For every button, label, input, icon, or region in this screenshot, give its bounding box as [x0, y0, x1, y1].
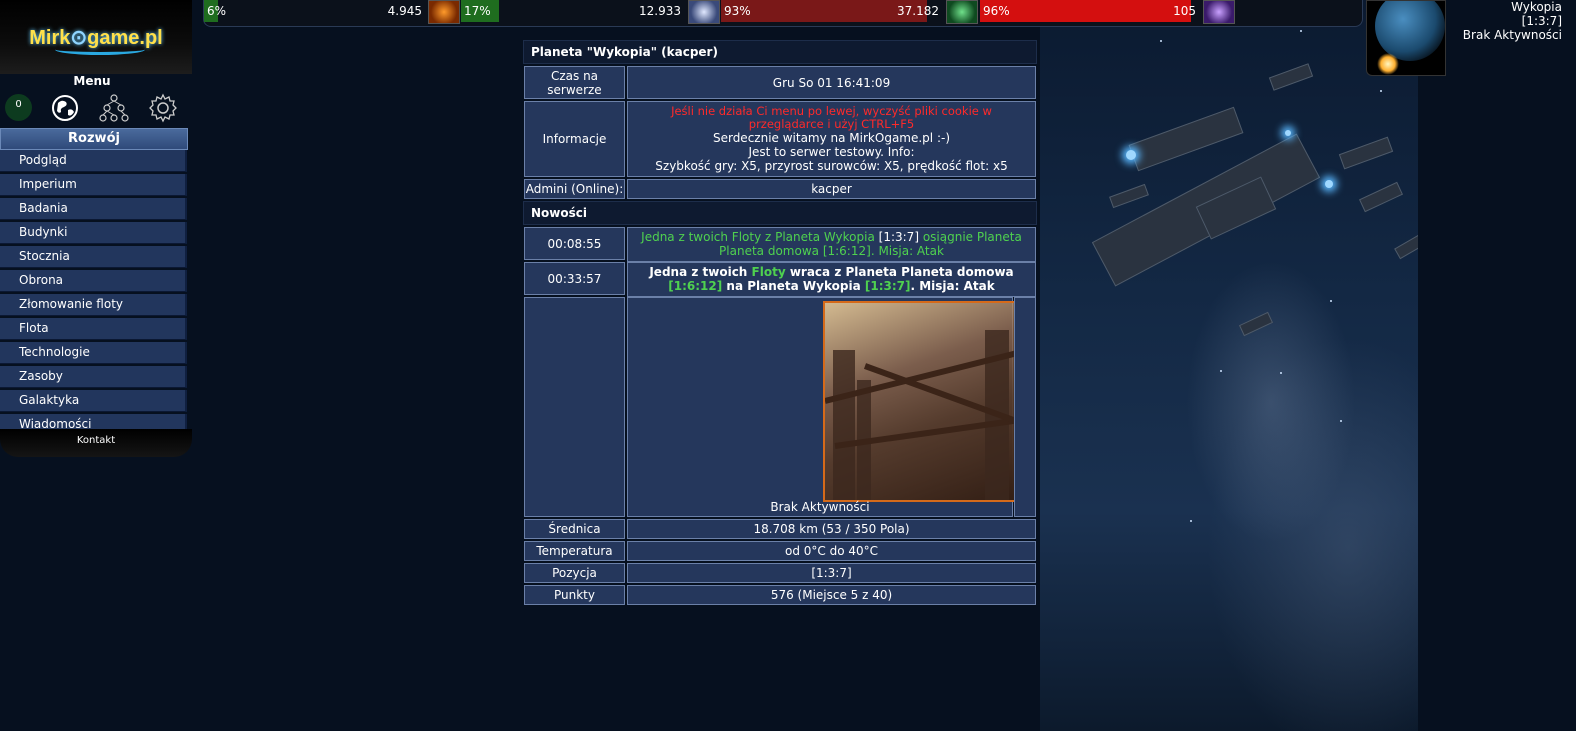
- position-label: Pozycja: [524, 563, 625, 583]
- server-time-label: Czas na serwerze: [524, 66, 625, 99]
- news-title: Nowości: [523, 201, 1037, 225]
- diameter-label: Średnica: [524, 519, 625, 539]
- resource-metal[interactable]: 6% 4.945: [204, 0, 426, 22]
- globe-icon[interactable]: [50, 93, 80, 123]
- event-text[interactable]: Jedna z twoich Floty z Planeta Wykopia […: [627, 227, 1036, 262]
- planet-picture[interactable]: [823, 301, 1023, 502]
- gear-icon[interactable]: [148, 93, 178, 123]
- planet-name: Wykopia: [1511, 0, 1562, 14]
- engine-glow: [1126, 150, 1136, 160]
- diameter-row: Średnica 18.708 km (53 / 350 Pola): [523, 519, 1037, 539]
- moon-slot-right: [1014, 297, 1036, 517]
- sidebar-item-obrona[interactable]: Obrona: [0, 270, 187, 292]
- resource-percent: 6%: [207, 4, 227, 18]
- sidebar-item-budynki[interactable]: Budynki: [0, 222, 187, 244]
- resource-percent: 93%: [724, 4, 751, 18]
- small-ship-image: [1238, 311, 1274, 337]
- planet-thumbnail[interactable]: [1366, 0, 1446, 76]
- section-header-development: Rozwój: [0, 128, 188, 150]
- sidebar-item-podglad[interactable]: Podgląd: [0, 150, 187, 172]
- server-time-row: Czas na serwerze Gru So 01 16:41:09: [523, 66, 1037, 99]
- info-value: Jeśli nie działa Ci menu po lewej, wyczy…: [627, 101, 1036, 177]
- resource-deuterium[interactable]: 93% 37.182: [721, 0, 943, 22]
- menu-icon-row: 0: [0, 90, 192, 126]
- sidebar-item-flota[interactable]: Flota: [0, 318, 187, 340]
- temperature-label: Temperatura: [524, 541, 625, 561]
- deuterium-icon: [946, 0, 978, 24]
- admins-row: Admini (Online): kacper: [523, 179, 1037, 199]
- event-time: 00:33:57: [524, 262, 625, 295]
- overview-title: Planeta "Wykopia" (kacper): [523, 40, 1037, 64]
- notification-badge[interactable]: 0: [5, 94, 32, 121]
- event-time: 00:08:55: [524, 227, 625, 260]
- temperature-row: Temperatura od 0°C do 40°C: [523, 541, 1037, 561]
- position-row: Pozycja [1:3:7]: [523, 563, 1037, 583]
- server-time-value: Gru So 01 16:41:09: [627, 66, 1036, 99]
- resource-value: 105: [1173, 4, 1196, 18]
- small-ship-image: [1338, 136, 1394, 170]
- resource-energy[interactable]: 96% 105: [980, 0, 1200, 22]
- overview-table: Planeta "Wykopia" (kacper) Czas na serwe…: [523, 40, 1037, 607]
- moon-slot-left: [524, 297, 625, 517]
- small-ship-image: [1359, 181, 1403, 213]
- sun-image: [1377, 53, 1399, 75]
- info-line: Szybkość gry: X5, przyrost surowców: X5,…: [655, 159, 1008, 173]
- points-label: Punkty: [524, 585, 625, 605]
- sidebar-item-technologie[interactable]: Technologie: [0, 342, 187, 364]
- sidebar-item-imperium[interactable]: Imperium: [0, 174, 187, 196]
- hierarchy-icon[interactable]: [99, 93, 129, 123]
- event-row: 00:33:57 Jedna z twoich Floty wraca z Pl…: [523, 262, 1037, 297]
- resource-fill: [980, 0, 1192, 22]
- contact-link[interactable]: Kontakt: [0, 429, 192, 457]
- planet-image-cell: Brak Aktywności: [627, 297, 1023, 517]
- diameter-value: 18.708 km (53 / 350 Pola): [627, 519, 1036, 539]
- event-text[interactable]: Jedna z twoich Floty wraca z Planeta Pla…: [627, 262, 1036, 297]
- resource-value: 37.182: [897, 4, 939, 18]
- resource-bar: 6% 4.945 17% 12.933 93% 37.182 96% 105: [203, 0, 1363, 27]
- menu-title: Menu: [73, 74, 111, 88]
- engine-glow: [1325, 180, 1333, 188]
- sidebar-item-badania[interactable]: Badania: [0, 198, 187, 220]
- site-logo[interactable]: Mirk⊙game.pl: [0, 0, 192, 74]
- resource-percent: 96%: [983, 4, 1010, 18]
- info-warning: Jeśli nie działa Ci menu po lewej, wyczy…: [671, 104, 992, 131]
- sidebar-item-galaktyka[interactable]: Galaktyka: [0, 390, 187, 412]
- sidebar-nav: Podgląd Imperium Badania Budynki Stoczni…: [0, 150, 187, 438]
- info-row: Informacje Jeśli nie działa Ci menu po l…: [523, 101, 1037, 177]
- planet-activity: Brak Aktywności: [1462, 28, 1562, 42]
- sidebar-item-zasoby[interactable]: Zasoby: [0, 366, 187, 388]
- admins-value[interactable]: kacper: [627, 179, 1036, 199]
- planet-coords: [1:3:7]: [1521, 14, 1562, 28]
- planet-image-row: Brak Aktywności: [523, 297, 1037, 517]
- small-ship-image: [1268, 63, 1314, 91]
- metal-icon: [428, 0, 460, 24]
- resource-percent: 17%: [464, 4, 491, 18]
- crystal-icon: [688, 0, 720, 24]
- admins-label: Admini (Online):: [524, 179, 625, 199]
- points-value[interactable]: 576 (Miejsce 5 z 40): [627, 585, 1036, 605]
- position-value[interactable]: [1:3:7]: [627, 563, 1036, 583]
- sidebar-item-stocznia[interactable]: Stocznia: [0, 246, 187, 268]
- space-background: [1040, 0, 1428, 731]
- right-background: [1418, 74, 1576, 731]
- resource-value: 12.933: [639, 4, 681, 18]
- small-ship-image: [1109, 183, 1149, 209]
- resource-value: 4.945: [387, 4, 422, 18]
- engine-glow: [1285, 130, 1291, 136]
- resource-crystal[interactable]: 17% 12.933: [461, 0, 685, 22]
- planet-image: [1375, 1, 1445, 61]
- cruiser-image: [1128, 106, 1244, 172]
- temperature-value: od 0°C do 40°C: [627, 541, 1036, 561]
- event-row: 00:08:55 Jedna z twoich Floty z Planeta …: [523, 227, 1037, 262]
- info-line: Jest to serwer testowy. Info:: [748, 145, 915, 159]
- info-line: Serdecznie witamy na MirkOgame.pl :-): [712, 131, 951, 145]
- planet-info[interactable]: Wykopia [1:3:7] Brak Aktywności: [1444, 0, 1562, 42]
- logo-swoosh: [55, 44, 145, 55]
- image-caption: Brak Aktywności: [770, 500, 870, 514]
- info-label: Informacje: [524, 101, 625, 177]
- points-row: Punkty 576 (Miejsce 5 z 40): [523, 585, 1037, 605]
- sidebar-item-zlomowanie-floty[interactable]: Złomowanie floty: [0, 294, 187, 316]
- energy-icon: [1203, 0, 1235, 24]
